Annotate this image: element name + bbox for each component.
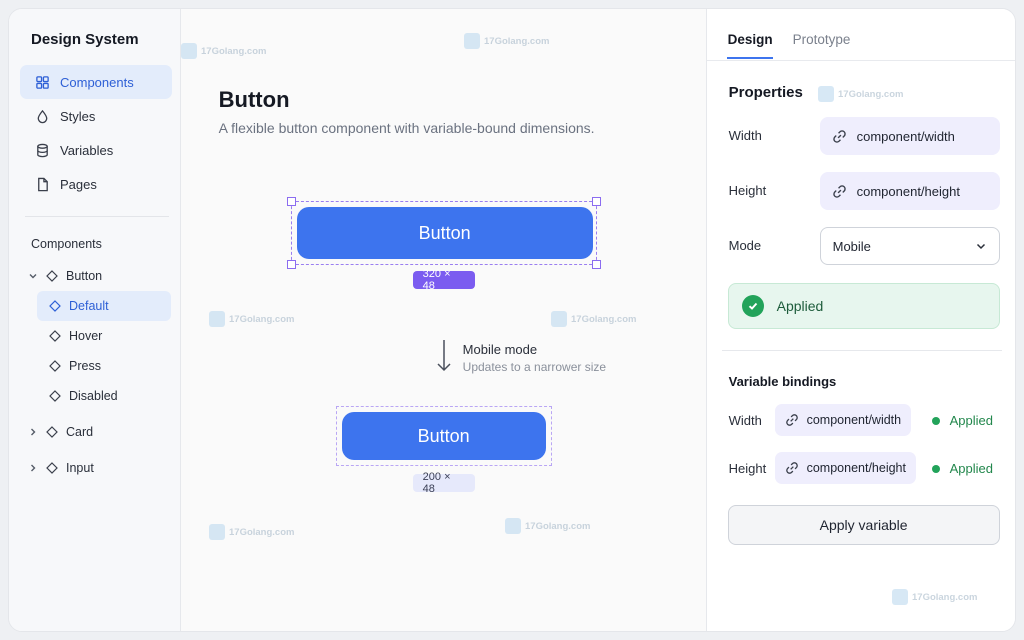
grid-icon [34,74,50,90]
binding-status-text: Applied [949,413,993,428]
sidebar: Design System Components Styles Variable… [9,9,181,631]
tree-item-input[interactable]: Input [20,453,172,483]
tab-prototype[interactable]: Prototype [793,32,851,47]
arrow-down-icon [437,340,451,372]
canvas: Button A flexible button component with … [180,9,706,631]
tree-item-label: Press [69,359,101,373]
tree-item-label: Card [66,425,94,439]
button-preview-default[interactable]: Button [296,207,593,259]
link-icon [785,414,798,426]
resize-handle-top-left[interactable] [286,197,296,206]
binding-width-chip[interactable]: component/width [774,404,912,436]
database-icon [34,142,50,158]
sidebar-item-label: Pages [60,176,97,192]
tree-item-default[interactable]: Default [37,291,171,321]
binding-status-text: Applied [949,461,993,476]
component-tree: Button Default Hover Press Disabled Card… [20,261,172,483]
variable-bindings-title: Variable bindings [728,374,837,389]
sidebar-item-label: Components [60,74,134,90]
mode-subtitle: Updates to a narrower size [462,360,607,374]
tree-item-disabled[interactable]: Disabled [37,381,171,411]
tree-item-button[interactable]: Button [20,261,172,291]
variant-diamond-icon [49,390,61,402]
tree-item-label: Disabled [69,389,118,403]
mode-label: Mode [728,238,762,253]
variant-diamond-icon [49,330,61,342]
resize-handle-bottom-left[interactable] [286,260,296,269]
status-dot-icon [931,464,940,473]
components-section-label: Components [31,237,102,251]
apply-variable-button[interactable]: Apply variable [727,505,1000,545]
sidebar-divider [25,216,169,217]
tree-item-press[interactable]: Press [37,351,171,381]
properties-panel: Design Prototype Properties Width compon… [705,9,1015,631]
properties-title: Properties [728,84,803,101]
width-binding-field[interactable]: component/width [819,117,1000,155]
sidebar-item-components[interactable]: Components [20,65,172,99]
binding-height-chip[interactable]: component/height [774,452,916,484]
page-title: Button [218,87,290,112]
applied-banner: Applied [727,283,1000,329]
tab-design[interactable]: Design [728,32,773,47]
mode-select-value: Mobile [832,238,871,254]
chevron-right-icon[interactable] [26,427,40,437]
height-binding-value: component/height [856,183,960,199]
sidebar-item-variables[interactable]: Variables [20,133,172,167]
sidebar-item-pages[interactable]: Pages [20,167,172,201]
sidebar-nav: Components Styles Variables Pages [20,65,172,201]
page-icon [34,176,50,192]
chevron-down-icon[interactable] [26,271,40,281]
component-diamond-icon [46,462,58,474]
width-label: Width [728,128,762,143]
sidebar-item-styles[interactable]: Styles [20,99,172,133]
app-window: Design System Components Styles Variable… [8,8,1016,632]
binding-width-value: component/width [806,413,902,427]
panel-tabs: Design Prototype [706,9,1015,61]
binding-height-value: component/height [806,461,906,475]
binding-width-label: Width [728,413,762,428]
dimension-tag-mobile: 200 × 48 [412,471,475,495]
chevron-down-icon [976,243,985,250]
binding-height-status: Applied [931,461,993,476]
drop-icon [34,108,50,124]
resize-handle-bottom-right[interactable] [591,260,601,269]
panel-divider [721,350,1002,351]
binding-height-label: Height [728,461,767,476]
variant-diamond-icon [49,300,61,312]
chevron-right-icon[interactable] [26,463,40,473]
height-binding-field[interactable]: component/height [819,172,1000,210]
width-binding-value: component/width [856,128,955,144]
link-icon [832,129,846,143]
component-diamond-icon [46,270,58,282]
tree-item-hover[interactable]: Hover [37,321,171,351]
link-icon [832,184,846,198]
page-subtitle: A flexible button component with variabl… [218,120,595,136]
button-preview-mobile[interactable]: Button [341,412,546,460]
binding-width-status: Applied [931,413,993,428]
resize-handle-top-right[interactable] [591,197,601,206]
tree-item-label: Input [66,461,94,475]
tree-item-label: Default [69,299,109,313]
tree-item-card[interactable]: Card [20,417,172,447]
check-circle-icon [741,295,764,317]
active-tab-indicator [726,57,773,59]
tree-item-label: Button [66,269,103,283]
link-icon [785,462,798,474]
variant-diamond-icon [49,360,61,372]
component-diamond-icon [46,426,58,438]
tree-item-label: Hover [69,329,103,343]
height-label: Height [728,183,767,198]
dimension-tag: 320 × 48 [412,268,475,292]
sidebar-item-label: Styles [60,108,96,124]
mode-select[interactable]: Mobile [819,227,1000,265]
applied-text: Applied [776,298,824,314]
mode-title: Mobile mode [462,342,538,357]
status-dot-icon [931,416,940,425]
app-title: Design System [31,31,139,48]
sidebar-item-label: Variables [60,142,114,158]
